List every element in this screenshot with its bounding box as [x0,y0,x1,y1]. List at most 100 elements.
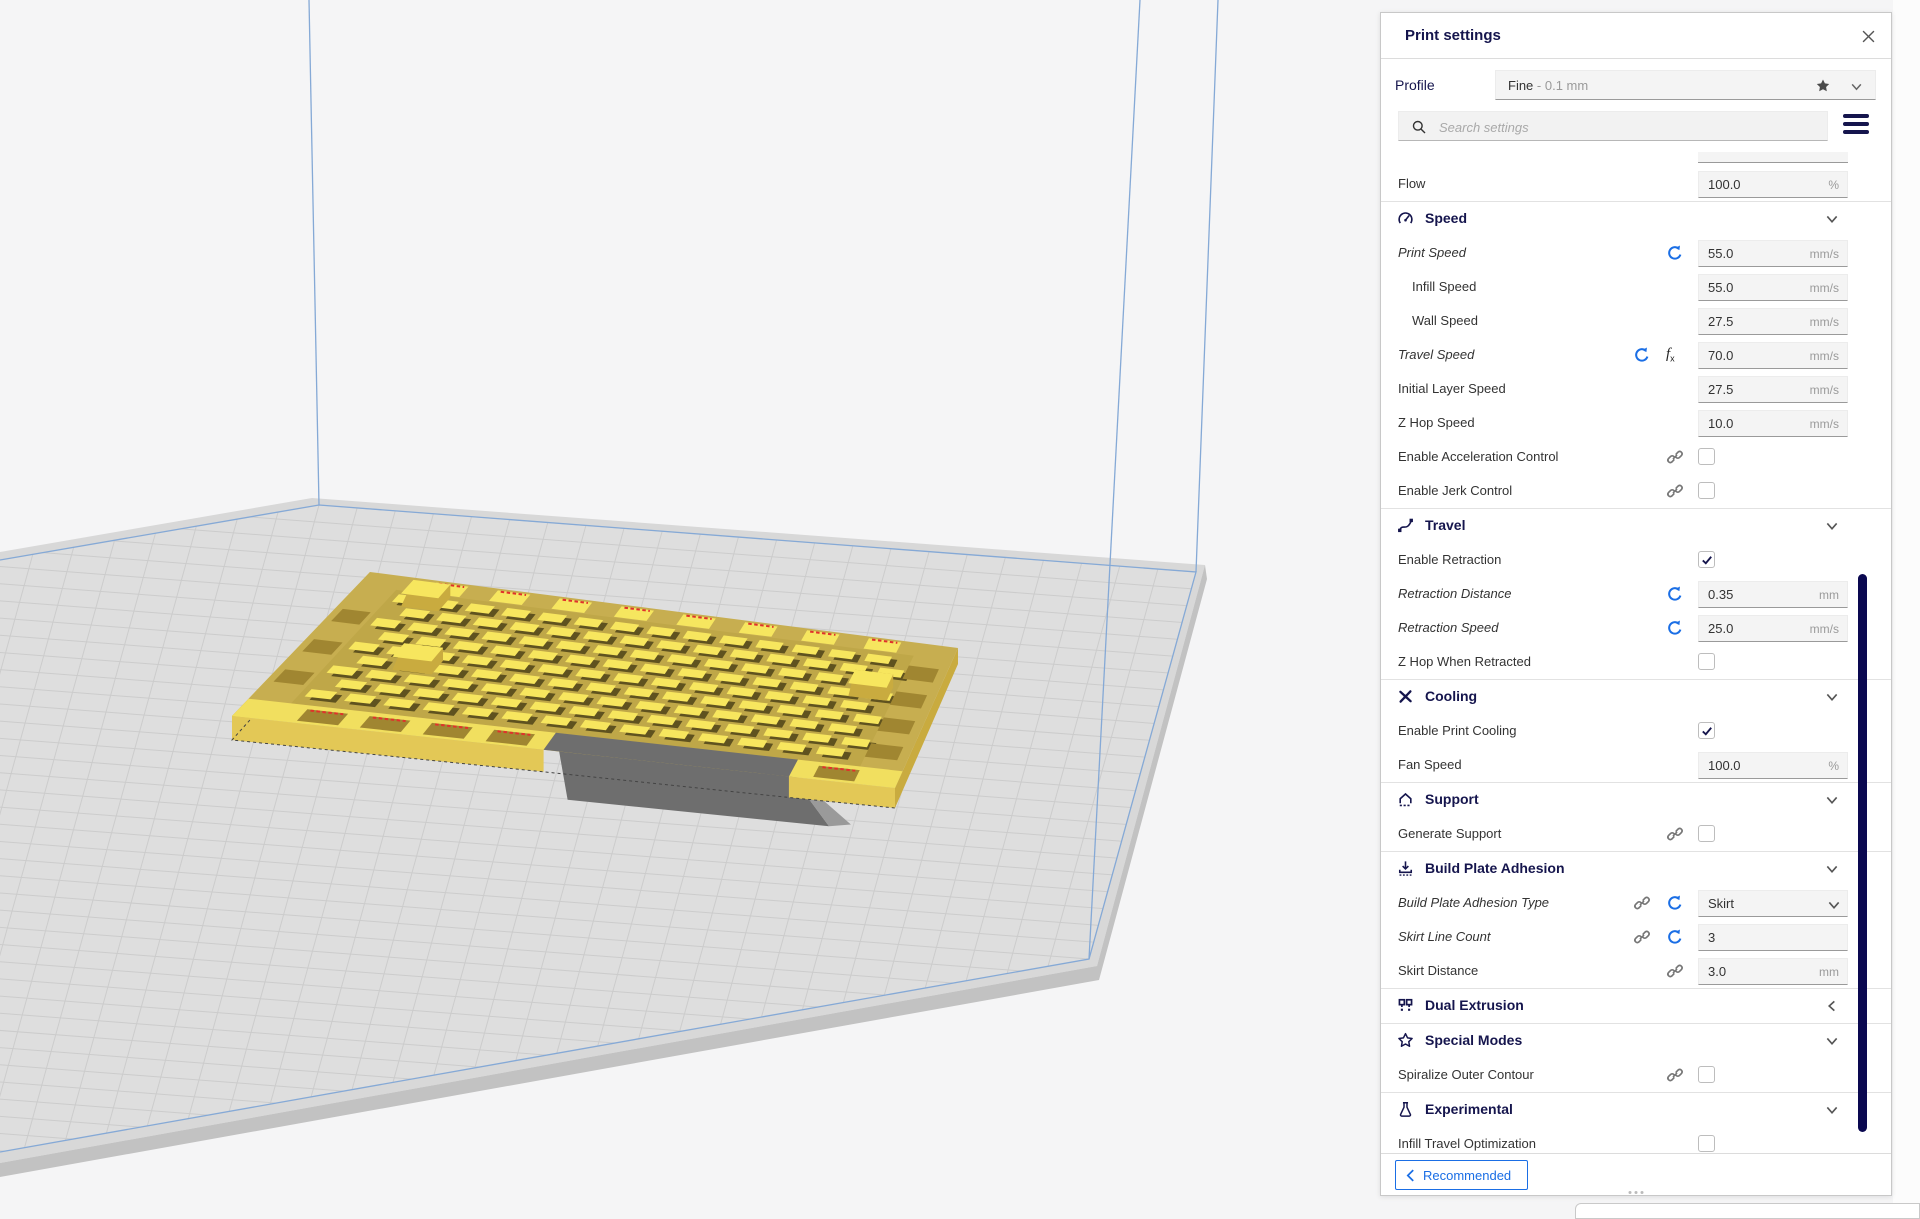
chevron-down-icon[interactable] [1825,793,1839,807]
value-field[interactable]: 10.0 mm/s [1698,410,1848,437]
value-field[interactable]: 25.0 mm/s [1698,615,1848,642]
checkbox[interactable] [1698,1066,1715,1083]
setting-row-build-plate-adhesion-type: Build Plate Adhesion Type Skirt [1381,886,1891,920]
field-unit: mm/s [1809,349,1839,363]
section-header-experimental[interactable]: Experimental [1381,1092,1891,1127]
field-value: 27.5 [1708,314,1734,329]
section-title: Dual Extrusion [1425,997,1524,1013]
section-header-special-modes[interactable]: Special Modes [1381,1023,1891,1058]
value-field[interactable]: 55.0 mm/s [1698,274,1848,301]
close-icon[interactable] [1857,25,1879,47]
bottom-divider [1381,1153,1891,1154]
field-value: 100.0 [1708,758,1741,773]
reset-icon[interactable] [1666,894,1684,912]
search-input[interactable] [1437,113,1821,141]
special-modes-icon [1397,1032,1414,1049]
star-icon[interactable] [1815,78,1831,94]
setting-row-skirt-distance: Skirt Distance 3.0 mm [1381,954,1891,988]
setting-row-retraction-distance: Retraction Distance 0.35 mm [1381,577,1891,611]
checkbox[interactable] [1698,1135,1715,1152]
profile-dropdown[interactable]: Fine - 0.1 mm [1495,70,1876,100]
chevron-down-icon[interactable] [1825,862,1839,876]
chevron-left-icon[interactable] [1825,999,1839,1013]
link-icon[interactable] [1666,962,1684,980]
experimental-icon [1397,1101,1414,1118]
checkbox[interactable] [1698,722,1715,739]
value-field[interactable]: 100.0% [1698,752,1848,779]
reset-icon[interactable] [1666,619,1684,637]
value-field[interactable]: 3 [1698,924,1848,951]
setting-label: Retraction Speed [1398,620,1499,635]
link-icon[interactable] [1666,1066,1684,1084]
panel-title: Print settings [1405,27,1501,44]
section-title: Experimental [1425,1101,1513,1117]
field-value: 10.0 [1708,416,1734,431]
reset-icon[interactable] [1633,346,1651,364]
panel-drag-handle[interactable] [1628,1191,1644,1194]
field-unit: mm [1819,588,1839,602]
section-title: Cooling [1425,688,1478,704]
field-value: 3.0 [1708,964,1727,979]
setting-label: Travel Speed [1398,347,1475,362]
value-field[interactable]: 27.5 mm/s [1698,308,1848,335]
chevron-down-icon[interactable] [1825,519,1839,533]
section-header-speed[interactable]: Speed [1381,201,1891,236]
setting-label: Skirt Distance [1398,963,1479,978]
checkbox[interactable] [1698,551,1715,568]
fx-icon[interactable]: fx [1666,346,1684,364]
setting-label: Flow [1398,176,1426,191]
setting-row-skirt-line-count: Skirt Line Count 3 [1381,920,1891,954]
value-field[interactable]: 100.0% [1698,171,1848,198]
setting-row-wall-speed: Wall Speed 27.5 mm/s [1381,304,1891,338]
value-field[interactable]: 55.0 mm/s [1698,240,1848,267]
cooling-icon [1397,688,1414,705]
link-icon[interactable] [1633,894,1651,912]
field-value: 55.0 [1708,246,1734,261]
value-field[interactable]: 0.35 mm [1698,581,1848,608]
recommended-button[interactable]: Recommended [1395,1160,1529,1190]
checkbox[interactable] [1698,448,1715,465]
panel-header: Print settings [1381,13,1891,59]
section-header-support[interactable]: Support [1381,782,1891,817]
reset-icon[interactable] [1666,244,1684,262]
profile-label: Profile [1395,77,1435,93]
menu-icon[interactable] [1843,114,1869,138]
checkbox[interactable] [1698,825,1715,842]
link-icon[interactable] [1666,825,1684,843]
field-unit: % [1828,759,1839,773]
value-field[interactable]: 27.5 mm/s [1698,376,1848,403]
reset-icon[interactable] [1666,585,1684,603]
link-icon[interactable] [1666,482,1684,500]
value-field[interactable]: 70.0 mm/s [1698,342,1848,369]
speed-icon [1397,210,1414,227]
window-right-strip [1893,0,1920,1219]
field-value: 0.35 [1708,587,1734,602]
setting-label: Build Plate Adhesion Type [1398,895,1550,910]
chevron-down-icon[interactable] [1825,1103,1839,1117]
checkbox[interactable] [1698,653,1715,670]
chevron-down-icon[interactable] [1825,1034,1839,1048]
setting-row-spiralize-outer-contour: Spiralize Outer Contour [1381,1058,1891,1092]
setting-row-enable-print-cooling: Enable Print Cooling [1381,714,1891,748]
section-header-travel[interactable]: Travel [1381,508,1891,543]
setting-row-print-speed: Print Speed 55.0 mm/s [1381,236,1891,270]
setting-label: Spiralize Outer Contour [1398,1067,1534,1082]
reset-icon[interactable] [1666,928,1684,946]
checkbox[interactable] [1698,482,1715,499]
chevron-down-icon[interactable] [1825,212,1839,226]
panel-scrollbar[interactable] [1858,574,1867,1132]
section-header-dual-extrusion[interactable]: Dual Extrusion [1381,988,1891,1023]
field-unit: mm/s [1809,247,1839,261]
link-icon[interactable] [1666,448,1684,466]
chevron-down-icon[interactable] [1825,690,1839,704]
section-header-build-plate-adhesion[interactable]: Build Plate Adhesion [1381,851,1891,886]
value-field[interactable]: 3.0 mm [1698,958,1848,985]
section-title: Special Modes [1425,1032,1523,1048]
setting-row-enable-retraction: Enable Retraction [1381,543,1891,577]
dropdown-field[interactable]: Skirt [1698,890,1848,917]
section-header-cooling[interactable]: Cooling [1381,679,1891,714]
link-icon[interactable] [1633,928,1651,946]
setting-row-retraction-speed: Retraction Speed 25.0 mm/s [1381,611,1891,645]
setting-row-enable-acceleration-control: Enable Acceleration Control [1381,440,1891,474]
setting-row-travel-speed: Travel Speed fx 70.0 mm/s [1381,338,1891,372]
